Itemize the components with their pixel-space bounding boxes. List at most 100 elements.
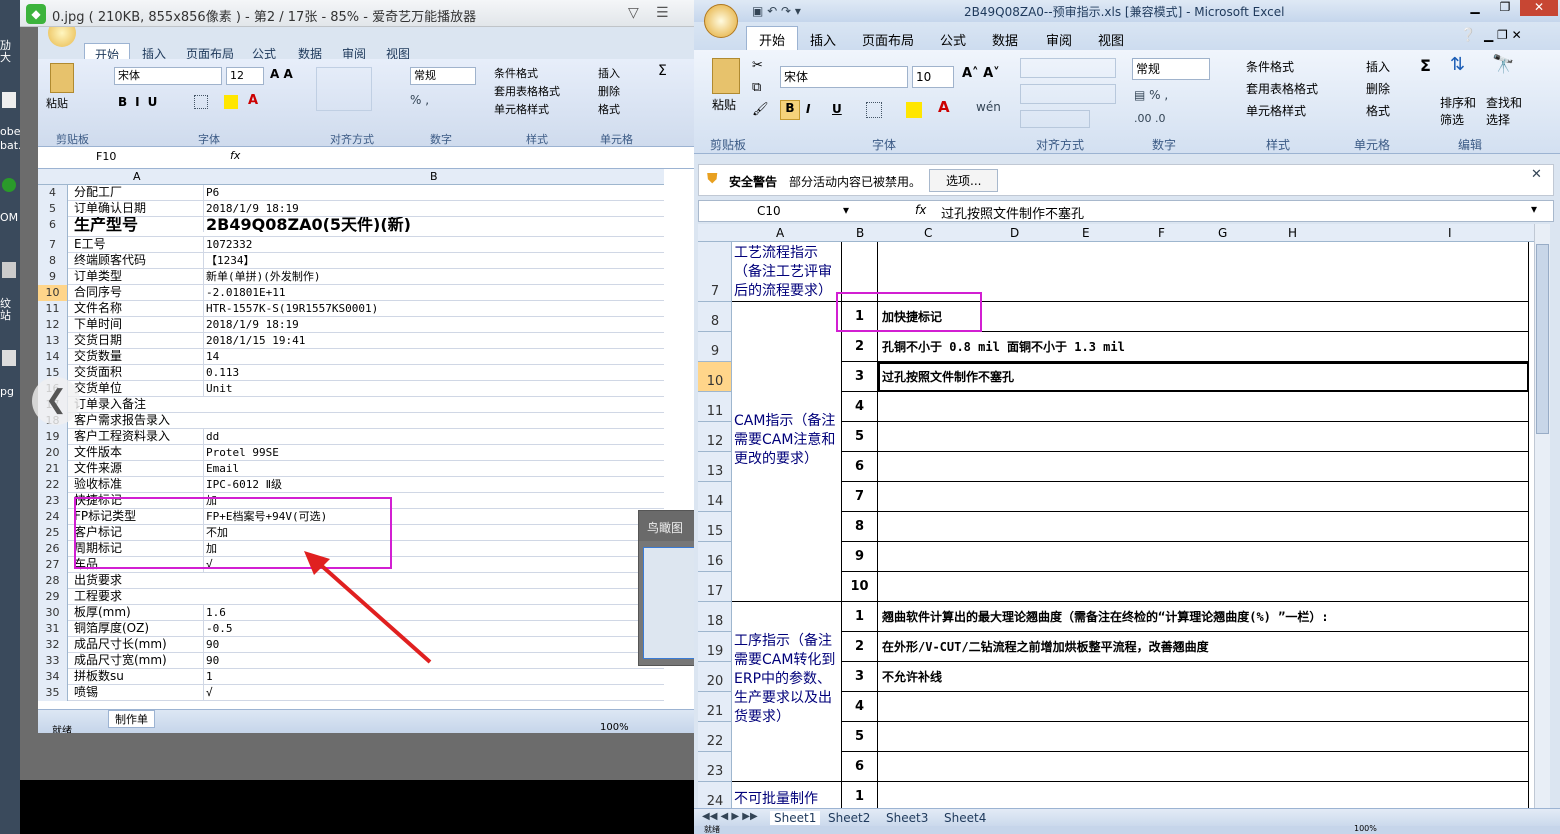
paste-label[interactable]: 粘贴 (712, 96, 736, 113)
col-header-i[interactable]: I (1448, 226, 1452, 240)
item-index[interactable]: 5 (842, 422, 878, 452)
cut-icon[interactable]: ✂ (752, 58, 763, 73)
underline-button[interactable]: U (832, 102, 842, 116)
item-index[interactable]: 8 (842, 512, 878, 542)
row-number[interactable]: 9 (698, 332, 732, 362)
col-header-b[interactable]: B (856, 226, 864, 240)
tab-formulas[interactable]: 公式 (940, 30, 966, 49)
alignment-buttons[interactable] (1020, 58, 1124, 128)
bold-button[interactable]: B (780, 100, 800, 120)
birdseye-thumbnail[interactable] (643, 547, 694, 659)
tab-review[interactable]: 审阅 (1046, 30, 1072, 49)
help-icon[interactable]: ❔ (1460, 28, 1476, 43)
sheet-tab-1[interactable]: Sheet1 (770, 811, 821, 825)
minimize-button[interactable]: ▁ (1460, 0, 1490, 16)
row-number[interactable]: 10 (698, 362, 732, 392)
row-number[interactable]: 8 (698, 302, 732, 332)
sort-filter-icon[interactable]: ⇅ (1450, 54, 1465, 75)
decimal-icons[interactable]: .00 .0 (1134, 112, 1166, 125)
paste-icon[interactable] (712, 58, 740, 94)
fill-color-icon[interactable] (906, 102, 922, 118)
security-options-button[interactable]: 选项... (929, 169, 999, 192)
border-icon[interactable] (866, 102, 882, 118)
delete-cells-label[interactable]: 删除 (1366, 80, 1390, 97)
shirt-skin-icon[interactable]: ▽ (628, 5, 639, 21)
vertical-scrollbar[interactable] (1534, 224, 1550, 808)
item-index[interactable]: 7 (842, 482, 878, 512)
instruction-cell[interactable] (878, 512, 1529, 542)
row-number[interactable]: 11 (698, 392, 732, 422)
row-number[interactable]: 12 (698, 422, 732, 452)
instruction-cell[interactable] (878, 722, 1529, 752)
recycle-bin-icon[interactable] (2, 262, 16, 278)
fx-icon[interactable]: fx (915, 203, 926, 217)
font-name-box[interactable]: 宋体 (780, 66, 908, 88)
tab-data[interactable]: 数据 (992, 30, 1018, 49)
instruction-cell[interactable] (878, 422, 1529, 452)
item-index[interactable]: 10 (842, 572, 878, 602)
sheet-tab-4[interactable]: Sheet4 (944, 811, 986, 825)
instruction-cell[interactable] (878, 482, 1529, 512)
format-cells-label[interactable]: 格式 (1366, 102, 1390, 119)
row-number[interactable]: 16 (698, 542, 732, 572)
sheet-grid[interactable]: ABCDEFGHI 7 8 1 加快捷标记 9 2 孔铜不小于 0.8 mil 面铜不小于 … (698, 224, 1534, 808)
app-icon[interactable] (2, 178, 16, 192)
col-header-a[interactable]: A (776, 226, 784, 240)
expand-formula-icon[interactable]: ▾ (1531, 202, 1537, 216)
row-number[interactable]: 14 (698, 482, 732, 512)
close-warning-icon[interactable]: ✕ (1531, 167, 1542, 182)
col-header-h[interactable]: H (1288, 226, 1297, 240)
item-index[interactable]: 6 (842, 752, 878, 782)
close-button[interactable]: ✕ (1520, 0, 1558, 16)
row-number[interactable]: 17 (698, 572, 732, 602)
row-number[interactable]: 24 (698, 782, 732, 808)
instruction-cell[interactable] (878, 572, 1529, 602)
sheet-tab-3[interactable]: Sheet3 (886, 811, 928, 825)
phonetic-icon[interactable]: wén (976, 100, 1001, 114)
row-number[interactable]: 19 (698, 632, 732, 662)
conditional-format-label[interactable]: 条件格式 (1246, 58, 1294, 75)
instruction-cell[interactable]: 不允许补线 (878, 662, 1529, 692)
table-format-label[interactable]: 套用表格格式 (1246, 80, 1318, 97)
col-header-e[interactable]: E (1082, 226, 1090, 240)
sheet-tab-2[interactable]: Sheet2 (828, 811, 870, 825)
instruction-cell[interactable] (878, 542, 1529, 572)
instruction-cell[interactable]: 在外形/V-CUT/二钻流程之前增加烘板整平流程，改善翘曲度 (878, 632, 1529, 662)
tab-view[interactable]: 视图 (1098, 30, 1124, 49)
row-number[interactable]: 13 (698, 452, 732, 482)
col-header-c[interactable]: C (924, 226, 932, 240)
item-index[interactable]: 4 (842, 392, 878, 422)
sort-filter-label[interactable]: 排序和筛选 (1440, 94, 1480, 128)
row-number[interactable]: 15 (698, 512, 732, 542)
row-number[interactable]: 20 (698, 662, 732, 692)
tab-home[interactable]: 开始 (746, 26, 799, 52)
item-index[interactable]: 4 (842, 692, 878, 722)
sheet-nav-icons[interactable]: ◀◀ ◀ ▶ ▶▶ (702, 811, 758, 822)
office-button[interactable] (704, 4, 738, 38)
copy-icon[interactable]: ⧉ (752, 80, 761, 95)
item-index[interactable]: 6 (842, 452, 878, 482)
item-index[interactable]: 5 (842, 722, 878, 752)
instruction-cell[interactable] (878, 452, 1529, 482)
insert-cells-label[interactable]: 插入 (1366, 58, 1390, 75)
image-file-icon[interactable] (2, 350, 16, 366)
quick-access-toolbar[interactable]: ▣ ↶ ↷ ▾ (752, 4, 801, 18)
col-header-g[interactable]: G (1218, 226, 1227, 240)
row-number[interactable]: 22 (698, 722, 732, 752)
italic-button[interactable]: I (806, 102, 810, 116)
row-number[interactable]: 21 (698, 692, 732, 722)
accounting-percent-icons[interactable]: ▤ % , (1134, 88, 1168, 102)
pdf-file-icon[interactable] (2, 92, 16, 108)
item-index[interactable]: 3 (842, 362, 878, 392)
instruction-cell[interactable] (878, 782, 1529, 808)
formula-input[interactable]: 过孔按照文件制作不塞孔 (941, 203, 1084, 222)
grow-shrink-font-icon[interactable]: A˄ A˅ (962, 66, 1000, 81)
item-index[interactable]: 2 (842, 632, 878, 662)
item-index[interactable]: 9 (842, 542, 878, 572)
item-index[interactable]: 1 (842, 782, 878, 808)
row-number[interactable]: 18 (698, 602, 732, 632)
maximize-button[interactable]: ❐ (1490, 0, 1520, 16)
name-box-dropdown-icon[interactable]: ▾ (843, 203, 849, 217)
row-number[interactable]: 23 (698, 752, 732, 782)
tab-insert[interactable]: 插入 (810, 30, 836, 49)
